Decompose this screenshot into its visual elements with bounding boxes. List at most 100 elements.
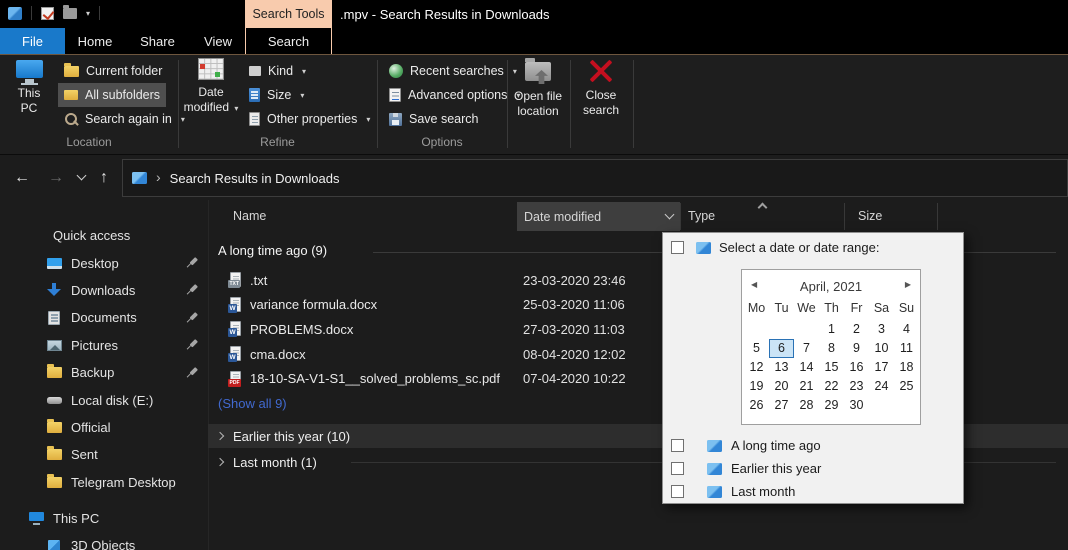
sidebar-item[interactable]: This PC: [0, 505, 208, 532]
calendar-day[interactable]: 20: [769, 376, 794, 395]
tab-share[interactable]: Share: [125, 28, 190, 54]
checkbox[interactable]: [671, 485, 684, 498]
sidebar-item[interactable]: Official: [0, 414, 208, 441]
recent-searches-button[interactable]: Recent searches ▾: [383, 59, 523, 83]
sidebar-item[interactable]: Telegram Desktop: [0, 469, 208, 496]
calendar-day[interactable]: 27: [769, 395, 794, 414]
calendar-day[interactable]: 16: [844, 358, 869, 377]
checkbox[interactable]: [671, 241, 684, 254]
calendar-day[interactable]: [869, 395, 894, 414]
column-divider[interactable]: [680, 203, 681, 230]
group-header-long-time-ago[interactable]: A long time ago (9): [218, 243, 327, 258]
column-header-date-modified[interactable]: Date modified: [517, 202, 680, 231]
calendar-day[interactable]: 3: [869, 320, 894, 339]
tab-home[interactable]: Home: [65, 28, 125, 54]
column-divider[interactable]: [937, 203, 938, 230]
show-all-link[interactable]: (Show all 9): [218, 396, 287, 411]
calendar-day[interactable]: 14: [794, 358, 819, 377]
open-file-location-button[interactable]: Open file location: [506, 58, 570, 119]
sidebar-item[interactable]: Backup: [0, 359, 208, 386]
up-arrow-icon[interactable]: ↑: [100, 155, 108, 200]
calendar-day[interactable]: [894, 395, 919, 414]
sidebar-item[interactable]: Local disk (E:): [0, 386, 208, 413]
this-pc-button[interactable]: This PC: [4, 58, 54, 116]
date-filter-option[interactable]: Last month: [663, 480, 963, 503]
properties-check-icon[interactable]: [41, 6, 54, 20]
explorer-window: ▾ Search Tools .mpv - Search Results in …: [0, 0, 1068, 550]
calendar-day[interactable]: 28: [794, 395, 819, 414]
date-filter-option[interactable]: Earlier this year: [663, 457, 963, 480]
recent-locations-chevron-icon[interactable]: [76, 155, 87, 200]
calendar-day[interactable]: 9: [844, 339, 869, 358]
explorer-icon[interactable]: [8, 6, 22, 20]
sidebar-item[interactable]: Downloads: [0, 277, 208, 304]
address-field[interactable]: › Search Results in Downloads: [122, 159, 1068, 197]
calendar-day[interactable]: 5: [744, 339, 769, 358]
column-divider[interactable]: [844, 203, 845, 230]
tab-search[interactable]: Search: [245, 28, 332, 54]
calendar-day[interactable]: 18: [894, 358, 919, 377]
column-header-type[interactable]: Type: [688, 209, 715, 223]
calendar-day[interactable]: [769, 320, 794, 339]
sidebar-item[interactable]: Desktop: [0, 249, 208, 276]
folder-icon[interactable]: [63, 4, 77, 19]
calendar-day[interactable]: 17: [869, 358, 894, 377]
calendar-day[interactable]: 11: [894, 339, 919, 358]
back-arrow-icon[interactable]: ←: [14, 155, 30, 200]
folder-icon: [46, 364, 62, 379]
kind-button[interactable]: Kind ▾: [243, 59, 312, 83]
calendar-day[interactable]: 30: [844, 395, 869, 414]
sidebar-item[interactable]: 3D Objects: [0, 532, 208, 550]
calendar-day[interactable]: [794, 320, 819, 339]
search-again-button[interactable]: Search again in ▾: [58, 107, 191, 131]
calendar-day[interactable]: 4: [894, 320, 919, 339]
file-name: variance formula.docx: [250, 297, 378, 313]
tab-file[interactable]: File: [0, 28, 65, 54]
sidebar-item[interactable]: Pictures: [0, 332, 208, 359]
3d-objects-cube-icon: [48, 539, 60, 550]
date-range-option[interactable]: Select a date or date range:: [671, 240, 879, 255]
search-tools-tab[interactable]: Search Tools: [245, 0, 332, 28]
calendar-day[interactable]: 10: [869, 339, 894, 358]
close-search-button[interactable]: Close search: [571, 58, 631, 118]
breadcrumb[interactable]: Search Results in Downloads: [170, 171, 340, 186]
tab-view[interactable]: View: [190, 28, 246, 54]
advanced-options-button[interactable]: Advanced options ▾: [383, 83, 526, 107]
qat-dropdown-icon[interactable]: ▾: [86, 9, 90, 18]
sidebar-item[interactable]: Sent: [0, 441, 208, 468]
checkbox[interactable]: [671, 462, 684, 475]
sidebar-item[interactable]: Documents: [0, 304, 208, 331]
filter-dropdown-icon[interactable]: [664, 209, 675, 220]
calendar-day[interactable]: 8: [819, 339, 844, 358]
calendar-day[interactable]: 2: [844, 320, 869, 339]
calendar-day[interactable]: 12: [744, 358, 769, 377]
calendar-next-icon[interactable]: ▶: [905, 280, 911, 289]
column-header-size[interactable]: Size: [858, 209, 882, 223]
calendar-day[interactable]: 24: [869, 376, 894, 395]
date-modified-button[interactable]: Date modified ▾: [181, 58, 241, 116]
calendar-day[interactable]: 26: [744, 395, 769, 414]
calendar-day[interactable]: 15: [819, 358, 844, 377]
current-folder-button[interactable]: Current folder: [58, 59, 168, 83]
calendar-day[interactable]: 6: [769, 338, 794, 358]
size-button[interactable]: Size ▾: [243, 83, 310, 107]
forward-arrow-icon[interactable]: →: [48, 155, 64, 200]
sidebar-item[interactable]: Quick access: [0, 222, 208, 249]
other-properties-button[interactable]: Other properties ▾: [243, 107, 376, 131]
calendar-day[interactable]: [744, 320, 769, 339]
calendar-day[interactable]: 7: [794, 339, 819, 358]
calendar-day[interactable]: 21: [794, 376, 819, 395]
calendar-day[interactable]: 13: [769, 358, 794, 377]
calendar-month-label[interactable]: April, 2021: [742, 279, 920, 294]
calendar-day[interactable]: 22: [819, 376, 844, 395]
calendar-day[interactable]: 19: [744, 376, 769, 395]
date-filter-option[interactable]: A long time ago: [663, 434, 963, 457]
all-subfolders-button[interactable]: All subfolders: [58, 83, 167, 107]
calendar-day[interactable]: 29: [819, 395, 844, 414]
checkbox[interactable]: [671, 439, 684, 452]
save-search-button[interactable]: Save search: [383, 107, 484, 131]
calendar-day[interactable]: 23: [844, 376, 869, 395]
calendar-day[interactable]: 1: [819, 320, 844, 339]
column-header-name[interactable]: Name: [233, 209, 266, 223]
calendar-day[interactable]: 25: [894, 376, 919, 395]
